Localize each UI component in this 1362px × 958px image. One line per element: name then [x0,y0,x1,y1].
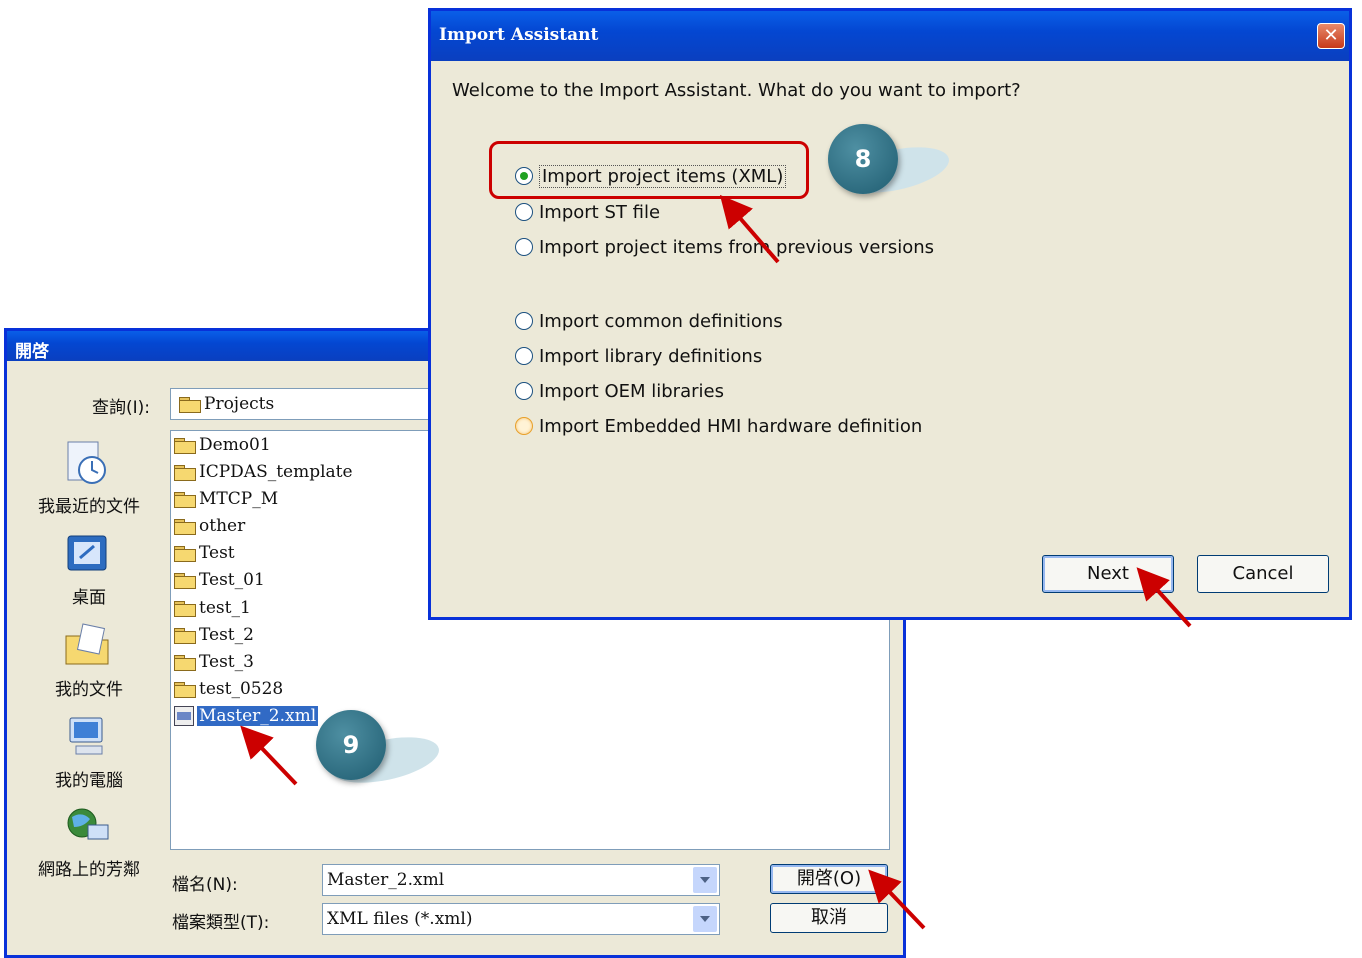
arrow-to-open-button [868,869,926,930]
arrow-to-next [1136,567,1192,628]
arrow-to-master-file [240,725,298,786]
annotation-arrows [240,194,1192,930]
arrow-to-xml-option [719,194,780,264]
